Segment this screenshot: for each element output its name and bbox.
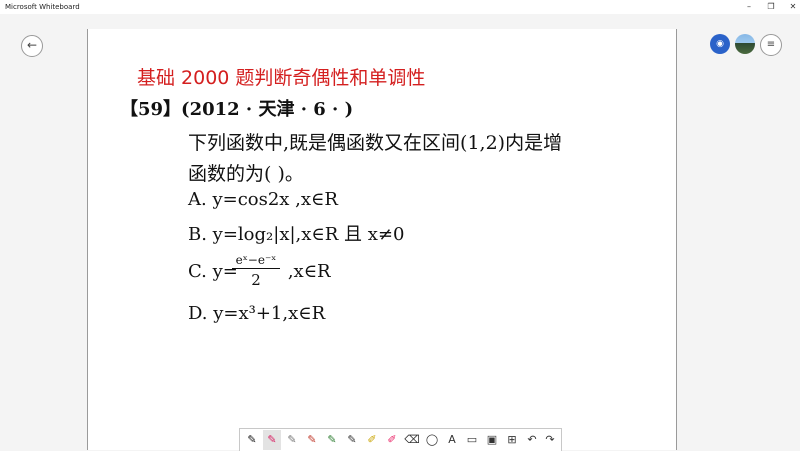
title-bar: Microsoft Whiteboard – ❐ ✕ (0, 0, 800, 14)
note-tool[interactable]: ▭ (463, 430, 481, 450)
insert-tool[interactable]: ⊞ (503, 430, 521, 450)
menu-icon: ≡ (766, 39, 776, 50)
pink-pen-tool[interactable]: ✎ (263, 430, 281, 450)
pen-icon: ✎ (307, 433, 317, 446)
pen-icon: ✎ (287, 433, 297, 446)
green-pen-tool[interactable]: ✎ (323, 430, 341, 450)
note-icon: ▭ (466, 433, 478, 446)
more-menu-button[interactable]: ≡ (760, 34, 782, 56)
text-icon: A (448, 433, 456, 446)
close-button[interactable]: ✕ (782, 0, 800, 14)
profile-photo-avatar[interactable] (735, 34, 755, 54)
window-title: Microsoft Whiteboard (5, 3, 80, 11)
highlighter-icon: ✐ (367, 433, 377, 446)
page-heading: 基础 2000 题判断奇偶性和单调性 (137, 67, 426, 89)
person-icon: ◉ (716, 39, 724, 49)
gray-pen-tool[interactable]: ✎ (283, 430, 301, 450)
eraser-icon: ⌫ (404, 433, 420, 446)
dark-pen-tool[interactable]: ✎ (343, 430, 361, 450)
pen-icon: ✎ (247, 433, 257, 446)
maximize-button[interactable]: ❐ (760, 0, 782, 14)
undo-button[interactable]: ↶ (523, 430, 541, 450)
option-b: B. y=log₂|x|,x∈R 且 x≠0 (188, 224, 405, 245)
option-c-prefix: C. y= (188, 261, 238, 282)
question-line-1: 下列函数中,既是偶函数又在区间(1,2)内是增 (188, 132, 563, 154)
option-c-fraction: eˣ−e⁻ˣ 2 (232, 253, 280, 289)
pen-icon: ✎ (327, 433, 337, 446)
fraction-denominator: 2 (251, 271, 261, 289)
redo-icon: ↷ (545, 433, 555, 446)
fraction-bar (232, 268, 280, 269)
arrow-left-icon: ← (26, 38, 38, 52)
question-number: 【59】(2012 · 天津 · 6 · ) (120, 99, 354, 120)
question-line-2: 函数的为( )。 (188, 163, 304, 185)
pink-highlighter-tool[interactable]: ✐ (383, 430, 401, 450)
option-c-suffix: ,x∈R (287, 261, 331, 282)
highlighter-icon: ✐ (387, 433, 397, 446)
whiteboard-canvas[interactable]: 基础 2000 题判断奇偶性和单调性 【59】(2012 · 天津 · 6 · … (87, 29, 677, 450)
user-avatar[interactable]: ◉ (710, 34, 730, 54)
lasso-icon: ◯ (425, 433, 439, 446)
image-tool[interactable]: ▣ (483, 430, 501, 450)
ink-toolbar: ✎ ✎ ✎ ✎ ✎ ✎ ✐ ✐ ⌫ ◯ A ▭ ▣ ⊞ ↶ ↷ (239, 428, 562, 451)
text-tool[interactable]: A (443, 430, 461, 450)
red-pen-tool[interactable]: ✎ (303, 430, 321, 450)
yellow-highlighter-tool[interactable]: ✐ (363, 430, 381, 450)
image-icon: ▣ (486, 433, 498, 446)
back-button[interactable]: ← (21, 35, 43, 57)
undo-icon: ↶ (527, 433, 537, 446)
option-d: D. y=x³+1,x∈R (188, 303, 326, 324)
fraction-numerator: eˣ−e⁻ˣ (235, 253, 277, 267)
lasso-tool[interactable]: ◯ (423, 430, 441, 450)
redo-button[interactable]: ↷ (541, 430, 559, 450)
option-a: A. y=cos2x ,x∈R (188, 189, 338, 210)
black-pen-tool[interactable]: ✎ (243, 430, 261, 450)
minimize-button[interactable]: – (738, 0, 760, 14)
pen-icon: ✎ (267, 433, 277, 446)
eraser-tool[interactable]: ⌫ (403, 430, 421, 450)
pen-icon: ✎ (347, 433, 357, 446)
insert-icon: ⊞ (507, 433, 517, 446)
